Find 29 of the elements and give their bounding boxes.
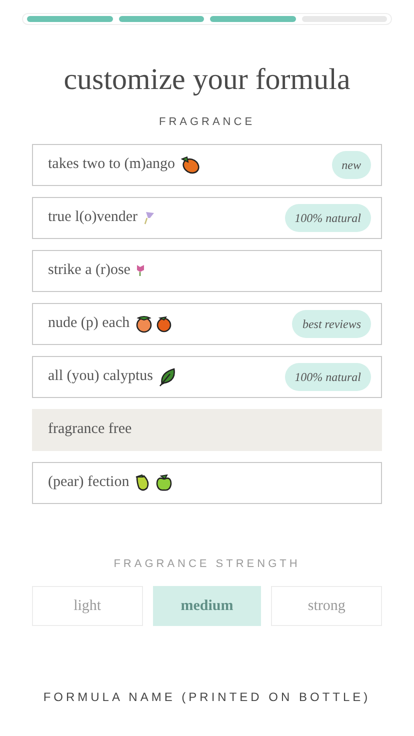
fragrance-option[interactable]: (pear) fection: [32, 462, 382, 504]
fragrance-option[interactable]: true l(o)vender 100% natural: [32, 196, 382, 238]
badge: 100% natural: [284, 204, 371, 232]
option-label: takes two to (m)ango: [48, 155, 176, 174]
rose-icon: [135, 264, 146, 277]
option-label: true l(o)vender: [48, 208, 138, 228]
section-label: FORMULA NAME (PRINTED ON BOTTLE): [43, 689, 371, 706]
badge: 100% natural: [284, 362, 371, 390]
option-label: fragrance free: [48, 420, 132, 440]
lavender-icon: [142, 210, 155, 224]
apple-icon: [155, 474, 174, 492]
peach-icon: [134, 314, 153, 332]
option-label: nude (p) each: [48, 314, 130, 334]
fragrance-option[interactable]: all (you) calyptus 100% natural: [32, 356, 382, 398]
fragrance-option[interactable]: takes two to (m)ango new: [32, 144, 382, 186]
page-title: customize your formula: [64, 65, 350, 95]
option-label: strike a (r)ose: [48, 261, 130, 280]
mango-icon: [180, 156, 200, 174]
option-label: all (you) calyptus: [48, 367, 153, 386]
option-label: (pear) fection: [48, 473, 130, 492]
section-label: FRAGRANCE STRENGTH: [114, 556, 300, 572]
badge: new: [332, 150, 371, 178]
fragrance-option[interactable]: fragrance free: [32, 408, 382, 450]
badge: best reviews: [292, 310, 371, 338]
citrus-icon: [156, 314, 172, 332]
fragrance-option[interactable]: nude (p) each best reviews: [32, 302, 382, 344]
leaf-icon: [158, 366, 178, 386]
fragrance-option[interactable]: strike a (r)ose: [32, 250, 382, 292]
section-label: FRAGRANCE: [158, 115, 256, 130]
